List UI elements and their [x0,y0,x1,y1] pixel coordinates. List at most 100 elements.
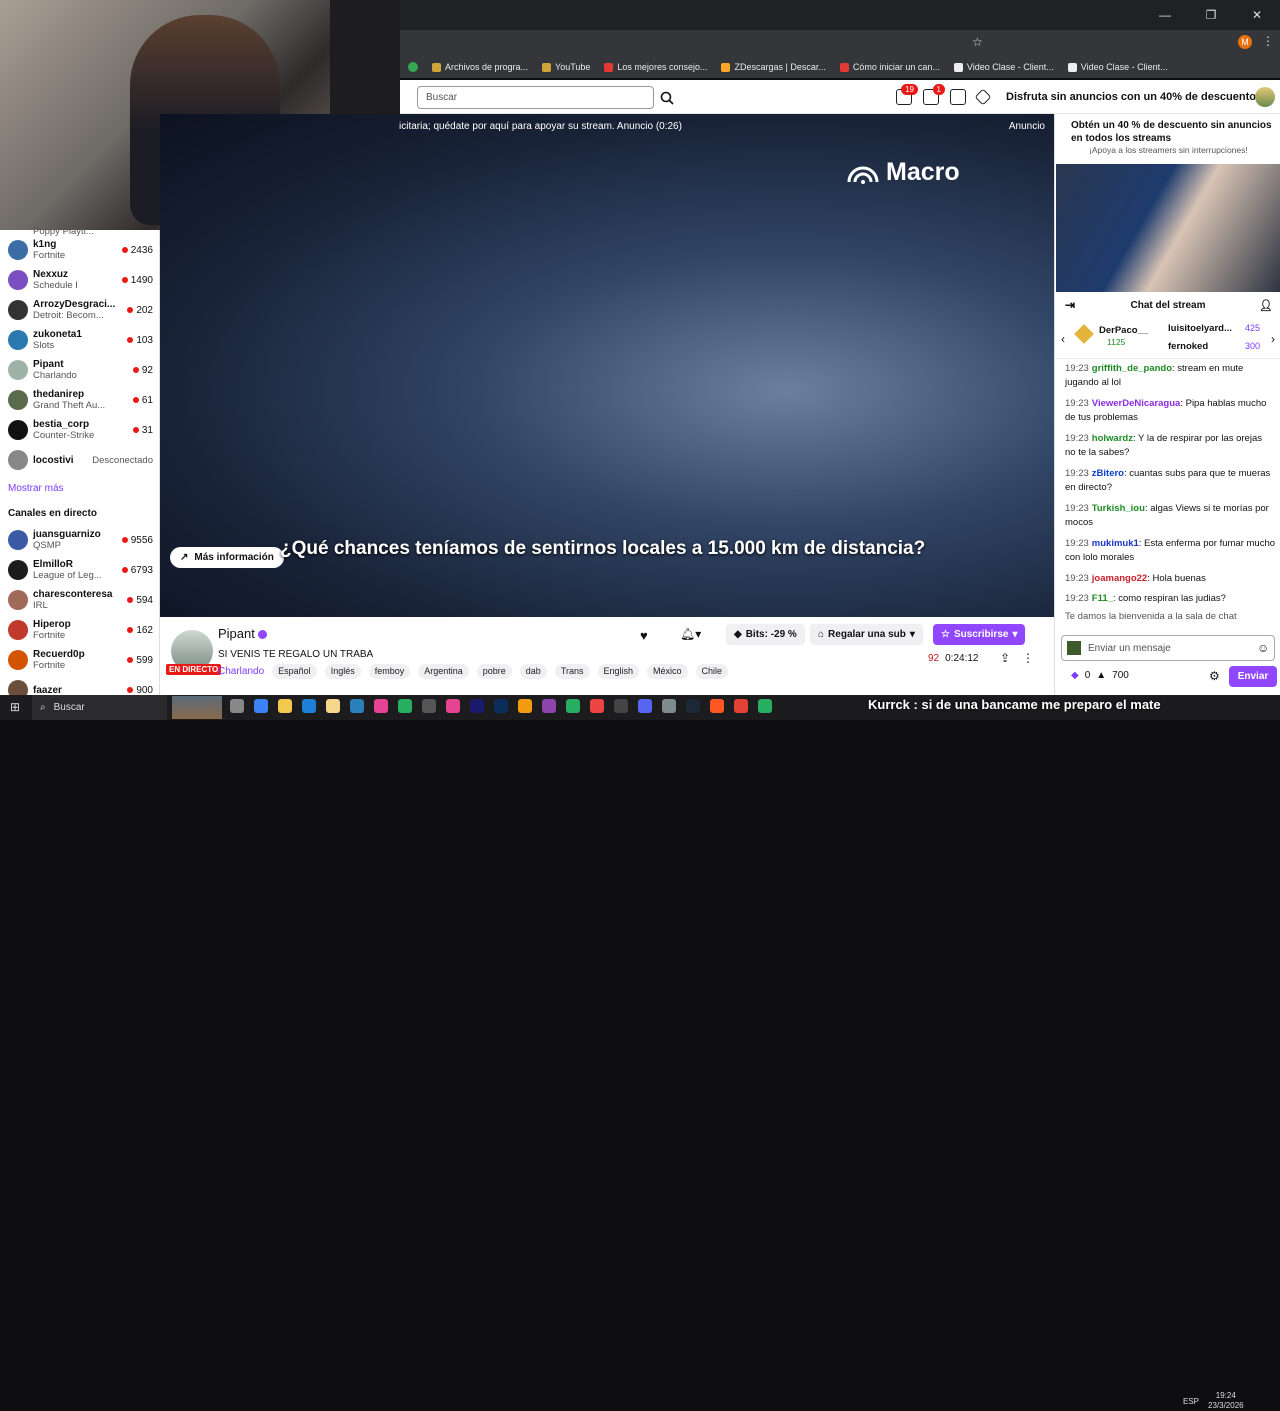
channel-points[interactable]: ◆ 0 ▲ 700 [1071,670,1129,681]
inbox-icon[interactable]: 1 [923,84,945,105]
tag-chip[interactable]: Trans [554,664,590,679]
whispers-icon[interactable] [950,89,966,105]
taskbar-app-icon[interactable] [446,699,460,713]
clock[interactable]: 19:24 23/3/2026 [1208,1391,1244,1411]
star-icon[interactable]: ☆ [972,35,983,49]
sidebar-channel-bestiacorp[interactable]: bestia_corp Counter-Strike 31 [8,416,153,444]
message-user[interactable]: F11_ [1092,593,1113,604]
sidebar-channel-k1ng[interactable]: k1ng Fortnite 2436 [8,236,153,264]
message-user[interactable]: ViewerDeNicaragua [1092,398,1181,409]
restore-icon[interactable]: ❐ [1188,0,1234,30]
taskbar-app-icon[interactable] [686,699,700,713]
taskbar-app-icon[interactable] [278,699,292,713]
taskbar-app-icon[interactable] [494,699,508,713]
more-options-icon[interactable]: ⋮ [1022,651,1034,665]
taskbar-app-icon[interactable] [230,699,244,713]
bookmark-item[interactable]: Archivos de progra... [432,62,528,72]
sidebar-channel-recuerd0p[interactable]: Recuerd0p Fortnite 599 [8,646,153,674]
gift-sub-button[interactable]: ⌂ Regalar una sub ▾ [810,624,923,645]
language-indicator[interactable]: ESP [1183,1397,1199,1406]
leader-name[interactable]: luisitoelyard... [1168,323,1232,334]
bookmark-item[interactable]: Video Clase - Client... [1067,62,1168,72]
message-user[interactable]: joamango22 [1092,573,1147,584]
bookmark-item[interactable]: Cómo iniciar un can... [839,62,940,72]
game-link[interactable]: Charlando [218,664,264,679]
taskbar-app-icon[interactable] [302,699,316,713]
bookmark-app-icon[interactable] [408,62,418,72]
channel-name[interactable]: Pipant [218,626,255,641]
widget-thumbnail[interactable] [172,696,222,719]
sidebar-channel-thedanirep[interactable]: thedanirep Grand Theft Au... 61 [8,386,153,414]
taskbar-app-icon[interactable] [518,699,532,713]
message-user[interactable]: zBitero [1092,468,1124,479]
share-icon[interactable]: ⇪ [1000,651,1010,665]
bits-button[interactable]: ◆ Bits: -29 % [726,624,805,645]
chevron-right-icon[interactable]: › [1271,332,1275,346]
subscribe-button[interactable]: ☆ Suscribirse ▾ [933,624,1026,645]
sidebar-channel-hiperop[interactable]: Hiperop Fortnite 162 [8,616,153,644]
message-user[interactable]: mukimuk1 [1092,538,1139,549]
menu-icon[interactable]: ⋮ [1262,34,1274,48]
sidebar-channel-arrozydesgraci[interactable]: ArrozyDesgraci... Detroit: Becom... 202 [8,296,153,324]
tag-chip[interactable]: dab [519,664,547,679]
taskbar-app-icon[interactable] [638,699,652,713]
sidebar-channel-nexxuz[interactable]: Nexxuz Schedule I 1490 [8,266,153,294]
message-user[interactable]: griffith_de_pando [1092,363,1172,374]
sidebar-channel-pipant[interactable]: Pipant Charlando 92 [8,356,153,384]
chevron-left-icon[interactable]: ‹ [1061,332,1065,346]
tag-chip[interactable]: femboy [368,664,411,679]
tag-chip[interactable]: Inglés [324,664,361,679]
sidebar-channel-charesconteresa[interactable]: charesconteresa IRL 594 [8,586,153,614]
tag-chip[interactable]: Español [272,664,317,679]
video-player[interactable]: icitaria; quédate por aquí para apoyar s… [160,114,1054,617]
tag-chip[interactable]: Argentina [418,664,469,679]
bookmark-item[interactable]: Video Clase - Client... [953,62,1054,72]
sidebar-channel-zukoneta1[interactable]: zukoneta1 Slots 103 [8,326,153,354]
taskbar-app-icon[interactable] [614,699,628,713]
notification-bell-icon[interactable]: 🔔︎▾ [680,627,701,641]
taskbar-app-icon[interactable] [710,699,724,713]
search-button[interactable] [656,86,678,109]
taskbar-search[interactable]: ⌕ Buscar [32,695,167,720]
sidebar-channel-locostivi[interactable]: locostivi Desconectado [8,446,153,474]
bookmark-item[interactable]: YouTube [542,62,590,72]
windows-start-icon[interactable]: ⊞ [10,700,20,714]
turbo-promo[interactable]: Disfruta sin anuncios con un 40% de desc… [1006,91,1259,103]
sidebar-channel-elmillor[interactable]: ElmilloR League of Leg... 6793 [8,556,153,584]
ad-video-thumbnail[interactable] [1056,164,1280,292]
notifications-icon[interactable]: 19 [896,84,918,105]
bookmark-item[interactable]: Los mejores consejo... [604,62,707,72]
emote-icon[interactable]: ☺ [1257,641,1269,655]
taskbar-app-icon[interactable] [374,699,388,713]
crown-icon[interactable] [974,88,992,106]
search-input[interactable]: Buscar [417,86,654,109]
tag-chip[interactable]: Chile [695,664,729,679]
settings-gear-icon[interactable]: ⚙ [1209,669,1220,683]
follow-heart-icon[interactable]: ♥ [640,628,648,643]
turbo-ad-title[interactable]: Obtén un 40 % de descuento sin anuncios … [1071,119,1276,145]
taskbar-app-icon[interactable] [566,699,580,713]
tag-chip[interactable]: México [647,664,688,679]
taskbar-app-icon[interactable] [590,699,604,713]
message-user[interactable]: Turkish_iou [1092,503,1145,514]
send-button[interactable]: Enviar [1229,666,1277,687]
badge-icon[interactable] [1067,641,1081,655]
taskbar-app-icon[interactable] [758,699,772,713]
taskbar-app-icon[interactable] [662,699,676,713]
users-icon[interactable]: 👤︎ [1259,299,1273,312]
user-avatar[interactable] [1255,87,1275,107]
message-user[interactable]: holwardz [1092,433,1133,444]
close-icon[interactable]: ✕ [1234,0,1280,30]
chat-input[interactable]: Enviar un mensaje [1061,635,1275,661]
collapse-icon[interactable]: ⇥ [1065,298,1075,312]
taskbar-app-icon[interactable] [254,699,268,713]
tag-chip[interactable]: pobre [476,664,512,679]
sidebar-channel-juansguarnizo[interactable]: juansguarnizo QSMP 9556 [8,526,153,554]
minimize-icon[interactable]: — [1142,0,1188,30]
tag-chip[interactable]: English [597,664,640,679]
profile-avatar[interactable]: M [1238,35,1252,49]
taskbar-app-icon[interactable] [542,699,556,713]
taskbar-app-icon[interactable] [398,699,412,713]
leader-name[interactable]: DerPaco__ [1099,325,1148,336]
bookmark-item[interactable]: ZDescargas | Descar... [721,62,826,72]
